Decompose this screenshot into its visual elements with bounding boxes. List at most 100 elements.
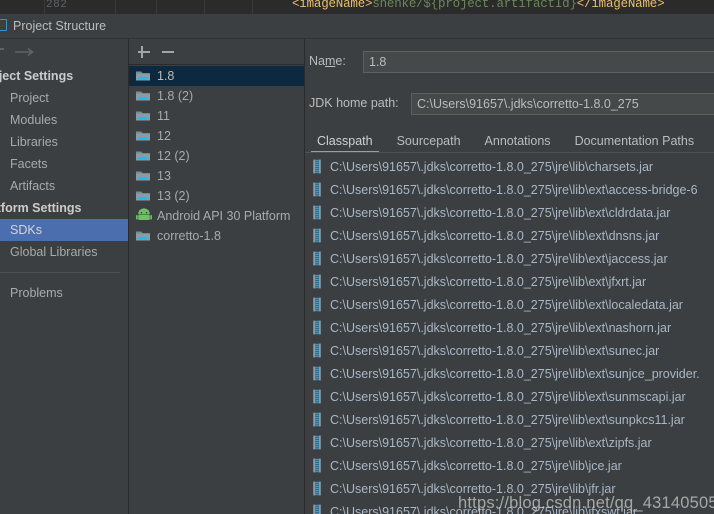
classpath-list-item[interactable]: C:\Users\91657\.jdks\corretto-1.8.0_275\…	[305, 270, 714, 293]
sidebar-item-problems[interactable]: Problems	[0, 282, 128, 304]
classpath-entry-path: C:\Users\91657\.jdks\corretto-1.8.0_275\…	[330, 435, 652, 450]
classpath-list-item[interactable]: C:\Users\91657\.jdks\corretto-1.8.0_275\…	[305, 224, 714, 247]
jar-archive-icon	[311, 366, 325, 381]
sdk-list-item[interactable]: Android API 30 Platform	[129, 206, 304, 226]
sdk-list-item[interactable]: 13	[129, 166, 304, 186]
classpath-list-item[interactable]: C:\Users\91657\.jdks\corretto-1.8.0_275\…	[305, 454, 714, 477]
arrow-right-icon[interactable]	[14, 47, 36, 57]
settings-tree: Project Settings Project Modules Librari…	[0, 65, 128, 304]
plus-horizontal-bar	[138, 51, 150, 53]
jar-archive-icon	[311, 389, 325, 404]
sdk-list-item[interactable]: 12 (2)	[129, 146, 304, 166]
editor-column-divider	[252, 0, 253, 14]
sdk-list-item-label: 13 (2)	[157, 189, 190, 203]
jdk-folder-icon	[135, 68, 153, 84]
jdk-folder-icon	[135, 128, 153, 144]
minus-horizontal-bar	[162, 51, 174, 53]
sdk-list-item[interactable]: 1.8	[129, 66, 304, 86]
project-structure-dialog: Project Structure Project Settings Proje…	[0, 14, 714, 514]
name-label: Name:	[309, 54, 346, 68]
minus-icon[interactable]	[160, 44, 176, 60]
tab-annotations[interactable]: Annotations	[473, 134, 563, 153]
jdk-folder-icon	[135, 168, 153, 184]
classpath-entry-path: C:\Users\91657\.jdks\corretto-1.8.0_275\…	[330, 343, 660, 358]
sidebar-item-global-libraries[interactable]: Global Libraries	[0, 241, 128, 263]
classpath-list-item[interactable]: C:\Users\91657\.jdks\corretto-1.8.0_275\…	[305, 316, 714, 339]
tab-classpath[interactable]: Classpath	[305, 134, 385, 153]
tab-sourcepath[interactable]: Sourcepath	[385, 134, 473, 153]
jar-archive-icon	[311, 182, 325, 197]
classpath-entry-path: C:\Users\91657\.jdks\corretto-1.8.0_275\…	[330, 274, 647, 289]
classpath-list-item[interactable]: C:\Users\91657\.jdks\corretto-1.8.0_275\…	[305, 385, 714, 408]
sidebar-item-facets[interactable]: Facets	[0, 153, 128, 175]
tab-documentation-paths[interactable]: Documentation Paths	[563, 134, 707, 153]
classpath-list-item[interactable]: C:\Users\91657\.jdks\corretto-1.8.0_275\…	[305, 293, 714, 316]
editor-column-divider	[156, 0, 157, 14]
code-open-tag: <imageName>	[292, 0, 373, 11]
jar-archive-icon	[311, 274, 325, 289]
classpath-list[interactable]: C:\Users\91657\.jdks\corretto-1.8.0_275\…	[305, 155, 714, 514]
dialog-body: Project Settings Project Modules Librari…	[0, 39, 714, 514]
sidebar-item-modules[interactable]: Modules	[0, 109, 128, 131]
sidebar-item-artifacts[interactable]: Artifacts	[0, 175, 128, 197]
jar-archive-icon	[311, 320, 325, 335]
classpath-entry-path: C:\Users\91657\.jdks\corretto-1.8.0_275\…	[330, 366, 700, 381]
classpath-entry-path: C:\Users\91657\.jdks\corretto-1.8.0_275\…	[330, 205, 671, 220]
sdk-list-item-label: 1.8	[157, 69, 175, 83]
jar-archive-icon	[311, 297, 325, 312]
editor-background-strip: 282 <imageName>shenke/${project.artifact…	[0, 0, 714, 14]
editor-column-divider	[115, 0, 116, 14]
jdk-folder-icon	[135, 88, 153, 104]
jar-archive-icon	[311, 481, 325, 496]
sdk-list-toolbar	[129, 39, 304, 65]
classpath-list-item[interactable]: C:\Users\91657\.jdks\corretto-1.8.0_275\…	[305, 408, 714, 431]
sdk-list-item-label: 12 (2)	[157, 149, 190, 163]
classpath-list-item[interactable]: C:\Users\91657\.jdks\corretto-1.8.0_275\…	[305, 178, 714, 201]
editor-line-number: 282	[46, 0, 68, 11]
sdk-detail-pane: Name: 1.8 JDK home path: C:\Users\91657\…	[305, 39, 714, 514]
classpath-list-item[interactable]: C:\Users\91657\.jdks\corretto-1.8.0_275\…	[305, 201, 714, 224]
sdk-list-item[interactable]: 13 (2)	[129, 186, 304, 206]
plus-icon[interactable]	[136, 44, 152, 60]
classpath-list-item[interactable]: C:\Users\91657\.jdks\corretto-1.8.0_275\…	[305, 431, 714, 454]
classpath-list-item[interactable]: C:\Users\91657\.jdks\corretto-1.8.0_275\…	[305, 155, 714, 178]
window-icon	[0, 19, 7, 31]
name-input[interactable]: 1.8	[363, 51, 714, 73]
sdk-list-item[interactable]: 12	[129, 126, 304, 146]
jdk-folder-icon	[135, 108, 153, 124]
sdk-list-item-label: 13	[157, 169, 171, 183]
editor-column-divider	[44, 0, 45, 14]
sidebar-item-libraries[interactable]: Libraries	[0, 131, 128, 153]
sdk-list-item[interactable]: 1.8 (2)	[129, 86, 304, 106]
classpath-entry-path: C:\Users\91657\.jdks\corretto-1.8.0_275\…	[330, 182, 698, 197]
sdk-list-item[interactable]: 11	[129, 106, 304, 126]
sidebar-item-sdks[interactable]: SDKs	[0, 219, 128, 241]
sdk-list-item-label: corretto-1.8	[157, 229, 221, 243]
jdk-folder-icon	[135, 148, 153, 164]
code-close-tag: </imageName>	[576, 0, 665, 11]
sdk-list-pane: 1.8 1.8 (2) 11 12 12 (2) 13 13 (2) Android API …	[129, 39, 305, 514]
jar-archive-icon	[311, 412, 325, 427]
classpath-list-item[interactable]: C:\Users\91657\.jdks\corretto-1.8.0_275\…	[305, 247, 714, 270]
sidebar-navigation-bar	[0, 39, 128, 65]
jar-archive-icon	[311, 228, 325, 243]
jdk-folder-icon	[135, 188, 153, 204]
sidebar-item-project[interactable]: Project	[0, 87, 128, 109]
jar-archive-icon	[311, 504, 325, 514]
arrow-left-icon[interactable]	[0, 48, 4, 50]
jdk-folder-icon	[135, 228, 153, 244]
sdk-list-item-label: 11	[157, 109, 170, 123]
classpath-list-item[interactable]: C:\Users\91657\.jdks\corretto-1.8.0_275\…	[305, 362, 714, 385]
classpath-entry-path: C:\Users\91657\.jdks\corretto-1.8.0_275\…	[330, 389, 686, 404]
jar-archive-icon	[311, 159, 325, 174]
code-text-value: shenke/${project.artifactId}	[372, 0, 577, 11]
classpath-list-item[interactable]: C:\Users\91657\.jdks\corretto-1.8.0_275\…	[305, 339, 714, 362]
classpath-entry-path: C:\Users\91657\.jdks\corretto-1.8.0_275\…	[330, 251, 668, 266]
dialog-title: Project Structure	[13, 19, 107, 33]
jdk-home-path-input[interactable]: C:\Users\91657\.jdks\corretto-1.8.0_275	[411, 93, 714, 115]
sdk-list[interactable]: 1.8 1.8 (2) 11 12 12 (2) 13 13 (2) Android API …	[129, 66, 304, 514]
sdk-list-item-label: Android API 30 Platform	[157, 209, 291, 223]
sdk-list-item[interactable]: corretto-1.8	[129, 226, 304, 246]
editor-code-line: <imageName>shenke/${project.artifactId}<…	[292, 0, 665, 11]
jar-archive-icon	[311, 458, 325, 473]
